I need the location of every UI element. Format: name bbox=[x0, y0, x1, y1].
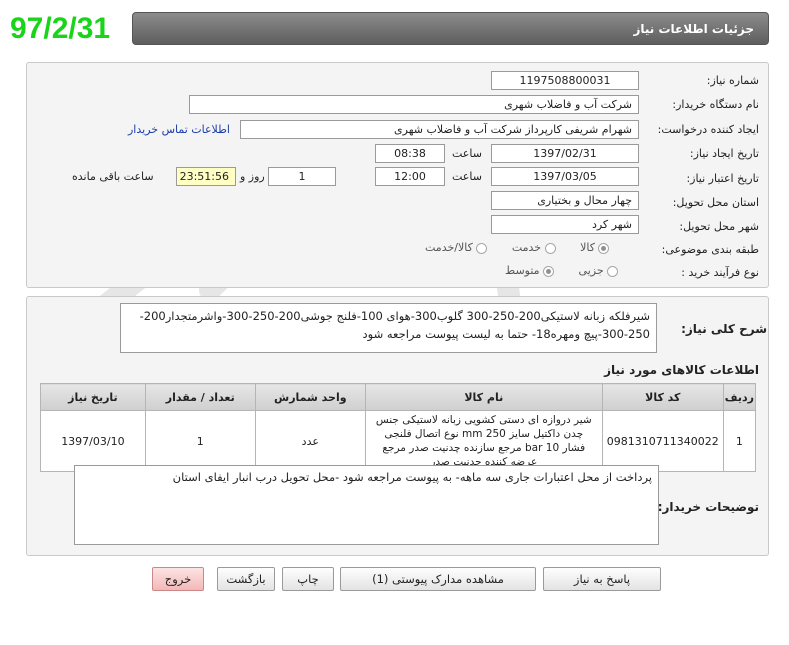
validity-time-field: 12:00 bbox=[375, 167, 445, 186]
requester-field: شهرام شریفی کارپرداز شرکت آب و فاضلاب شه… bbox=[240, 120, 639, 139]
created-time-label: ساعت bbox=[452, 147, 482, 160]
goods-table: ردیف کد کالا نام کالا واحد شمارش تعداد /… bbox=[40, 383, 757, 472]
radio-button[interactable] bbox=[543, 265, 555, 277]
days-remaining-field: 1 bbox=[268, 167, 336, 186]
column-header-name: نام کالا bbox=[364, 383, 603, 411]
radio-button[interactable] bbox=[607, 265, 619, 277]
time-remaining-field: 23:51:56 bbox=[176, 167, 236, 186]
province-field: چهار محال و بختیاری bbox=[491, 191, 639, 210]
created-date-field: 1397/02/31 bbox=[491, 144, 639, 163]
day-and-label: روز و bbox=[240, 170, 265, 183]
page-title: جزئیات اطلاعات نیاز bbox=[132, 12, 769, 45]
cell-row: 1 bbox=[722, 410, 757, 472]
province-label: استان محل تحویل: bbox=[672, 196, 759, 209]
process-radio-group: جزیی متوسط bbox=[505, 264, 619, 277]
buyer-notes-field: پرداخت از محل اعتبارات جاری سه ماهه- به … bbox=[74, 465, 659, 545]
need-number-label: شماره نیاز: bbox=[706, 74, 759, 87]
cell-name: شیر دروازه ای دستی کشویی زبانه لاستیکی ج… bbox=[364, 410, 603, 472]
cell-date: 1397/03/10 bbox=[40, 410, 146, 472]
goods-section-title: اطلاعات کالاهای مورد نیاز bbox=[604, 363, 759, 377]
category-option-goods[interactable]: کالا bbox=[580, 241, 610, 254]
radio-button[interactable] bbox=[544, 242, 556, 254]
validity-date-label: تاریخ اعتبار نیاز: bbox=[686, 172, 759, 185]
radio-button[interactable] bbox=[476, 242, 488, 254]
process-option-medium[interactable]: متوسط bbox=[505, 264, 555, 277]
column-header-quantity: تعداد / مقدار bbox=[144, 383, 256, 411]
created-time-field: 08:38 bbox=[375, 144, 445, 163]
process-label: نوع فرآیند خرید : bbox=[681, 266, 759, 279]
cell-unit: عدد bbox=[254, 410, 366, 472]
print-button[interactable]: چاپ bbox=[282, 567, 334, 591]
radio-button[interactable] bbox=[598, 242, 610, 254]
created-date-label: تاریخ ایجاد نیاز: bbox=[689, 147, 759, 160]
description-field: شیرفلکه زبانه لاستیکی200-250-300 گلوب300… bbox=[120, 303, 657, 353]
column-header-date: تاریخ نیاز bbox=[40, 383, 146, 411]
validity-time-label: ساعت bbox=[452, 170, 482, 183]
date-stamp: 97/2/31 bbox=[10, 12, 111, 45]
category-radio-group: کالا خدمت کالا/خدمت bbox=[425, 241, 610, 254]
need-number-field: 1197508800031 bbox=[491, 71, 639, 90]
requester-label: ایجاد کننده درخواست: bbox=[657, 123, 759, 136]
cell-code: 0981310711340022 bbox=[601, 410, 724, 472]
column-header-row: ردیف bbox=[722, 383, 757, 411]
attachments-button[interactable]: مشاهده مدارک پیوستی (1) bbox=[340, 567, 536, 591]
process-option-minor[interactable]: جزیی bbox=[579, 264, 619, 277]
buyer-contact-link[interactable]: اطلاعات تماس خریدار bbox=[128, 123, 230, 136]
buyer-notes-label: توضیحات خریدار: bbox=[657, 500, 759, 514]
category-option-goods-service[interactable]: کالا/خدمت bbox=[425, 241, 488, 254]
time-remaining-label: ساعت باقی مانده bbox=[72, 170, 154, 183]
column-header-unit: واحد شمارش bbox=[254, 383, 366, 411]
cell-quantity: 1 bbox=[144, 410, 256, 472]
column-header-code: کد کالا bbox=[601, 383, 724, 411]
exit-button[interactable]: خروج bbox=[152, 567, 204, 591]
buyer-org-field: شرکت آب و فاضلاب شهری bbox=[189, 95, 639, 114]
validity-date-field: 1397/03/05 bbox=[491, 167, 639, 186]
category-option-service[interactable]: خدمت bbox=[512, 241, 556, 254]
buyer-org-label: نام دستگاه خریدار: bbox=[672, 98, 759, 111]
city-field: شهر کرد bbox=[491, 215, 639, 234]
back-button[interactable]: بازگشت bbox=[217, 567, 275, 591]
description-label: شرح کلی نیاز: bbox=[681, 322, 767, 336]
reply-button[interactable]: پاسخ به نیاز bbox=[543, 567, 661, 591]
city-label: شهر محل تحویل: bbox=[679, 220, 759, 233]
table-row: 1 0981310711340022 شیر دروازه ای دستی کش… bbox=[40, 410, 757, 472]
category-label: طبقه بندی موضوعی: bbox=[661, 243, 759, 256]
